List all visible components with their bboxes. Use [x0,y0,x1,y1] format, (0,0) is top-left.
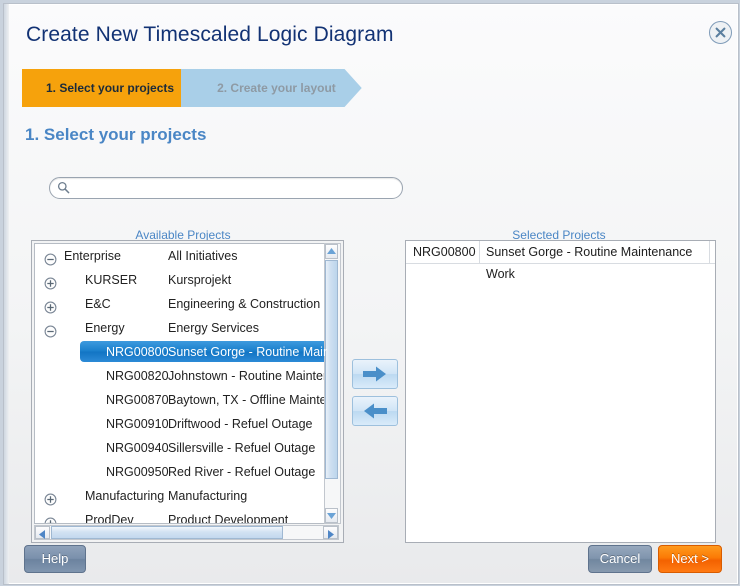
tree-row-code: NRG00870 [106,393,169,407]
tree-row-name: Product Development [168,513,289,524]
search-icon [57,181,70,199]
selected-row[interactable]: NRG00800 Sunset Gorge - Routine Maintenan… [406,241,715,281]
arrow-left-icon [364,403,387,419]
tree-row-name: Manufacturing [168,489,248,503]
tree-row-name: Sunset Gorge - Routine Maint [168,345,327,359]
tree-row[interactable]: NRG00940 Sillersville - Refuel Outage [35,436,327,460]
column-divider [479,241,480,263]
tree-toggle-plus-icon[interactable] [44,274,57,290]
tree-row-code: KURSER [85,273,138,287]
remove-project-button[interactable] [352,396,398,426]
page-title: Create New Timescaled Logic Diagram [26,23,394,46]
tree-row[interactable]: NRG00950 Red River - Refuel Outage [35,460,327,484]
tree-row[interactable]: Enterprise All Initiatives [35,244,327,268]
tree-row-name: Red River - Refuel Outage [168,465,316,479]
column-divider [709,241,710,263]
cancel-button[interactable]: Cancel [588,545,652,573]
section-heading: 1. Select your projects [25,125,207,144]
tree-toggle-plus-icon[interactable] [44,298,57,314]
tree-toggle-minus-icon[interactable] [44,322,57,338]
tree-row-name: All Initiatives [168,249,238,263]
tree-toggle-plus-icon[interactable] [44,490,57,506]
step-breadcrumb: 1. Select your projects 2. Create your l… [22,69,362,107]
tree-row-name: Sillersville - Refuel Outage [168,441,316,455]
search-input[interactable] [74,179,396,197]
tree-row[interactable]: NRG00820 Johnstown - Routine Maintena [35,364,327,388]
selected-row-name: Sunset Gorge - Routine Maintenance Work [486,245,693,281]
tree-toggle-plus-icon[interactable] [44,514,57,523]
available-projects-panel: Enterprise All Initiatives KURSER Kursproje… [31,240,344,543]
tree-row-code: NRG00820 [106,369,169,383]
add-project-button[interactable] [352,359,398,389]
selected-row-code: NRG00800 [413,245,476,259]
tree-row-code: ProdDev [85,513,134,524]
available-projects-tree[interactable]: Enterprise All Initiatives KURSER Kursproje… [34,243,327,524]
scroll-down-icon[interactable] [325,508,338,523]
help-button[interactable]: Help [24,545,86,573]
tree-row[interactable]: KURSER Kursprojekt [35,268,327,292]
tree-row-name: Driftwood - Refuel Outage [168,417,313,431]
tree-row[interactable]: NRG00910 Driftwood - Refuel Outage [35,412,327,436]
tree-row[interactable]: E&C Engineering & Construction [35,292,327,316]
scroll-up-icon[interactable] [325,244,338,259]
step-2-label: 2. Create your layout [217,81,336,95]
tree-row-code: E&C [85,297,111,311]
tree-row-name: Energy Services [168,321,260,335]
tree-row-code: Enterprise [64,249,121,263]
close-glyph [715,27,726,38]
step-create-layout[interactable]: 2. Create your layout [181,69,362,107]
tree-row[interactable]: NRG00870 Baytown, TX - Offline Mainten [35,388,327,412]
tree-row[interactable]: NRG00800 Sunset Gorge - Routine Maint [35,340,327,364]
tree-row-name: Kursprojekt [168,273,232,287]
tree-row[interactable]: ProdDev Product Development [35,508,327,524]
tree-row-name: Baytown, TX - Offline Mainten [168,393,327,407]
tree-row-code: NRG00910 [106,417,169,431]
window-left-edge [4,4,9,584]
search-box[interactable] [49,177,403,199]
tree-row-code: NRG00940 [106,441,169,455]
selected-projects-list[interactable]: NRG00800 Sunset Gorge - Routine Maintenan… [405,240,716,543]
step-1-label: 1. Select your projects [46,81,175,95]
tree-vscroll-thumb[interactable] [325,260,338,479]
tree-row-code: Manufacturing [85,489,165,503]
tree-vertical-scrollbar[interactable] [324,243,341,524]
tree-hscroll-thumb[interactable] [51,526,283,539]
scroll-right-icon[interactable] [323,526,338,539]
dialog-window: Create New Timescaled Logic Diagram 1. S… [3,3,739,585]
close-icon[interactable] [709,21,732,44]
tree-row[interactable]: Energy Energy Services [35,316,327,340]
tree-row[interactable]: Manufacturing Manufacturing [35,484,327,508]
arrow-right-icon [363,366,386,382]
tree-row-name: Johnstown - Routine Maintena [168,369,327,383]
tree-row-code: NRG00800 [106,345,169,359]
tree-horizontal-scrollbar[interactable] [34,525,339,540]
tree-row-code: Energy [85,321,125,335]
step-select-projects[interactable]: 1. Select your projects [22,69,201,107]
tree-row-code: NRG00950 [106,465,169,479]
scroll-left-icon[interactable] [35,526,50,539]
next-button[interactable]: Next > [658,545,722,573]
tree-toggle-minus-icon[interactable] [44,250,57,266]
tree-row-name: Engineering & Construction [168,297,321,311]
